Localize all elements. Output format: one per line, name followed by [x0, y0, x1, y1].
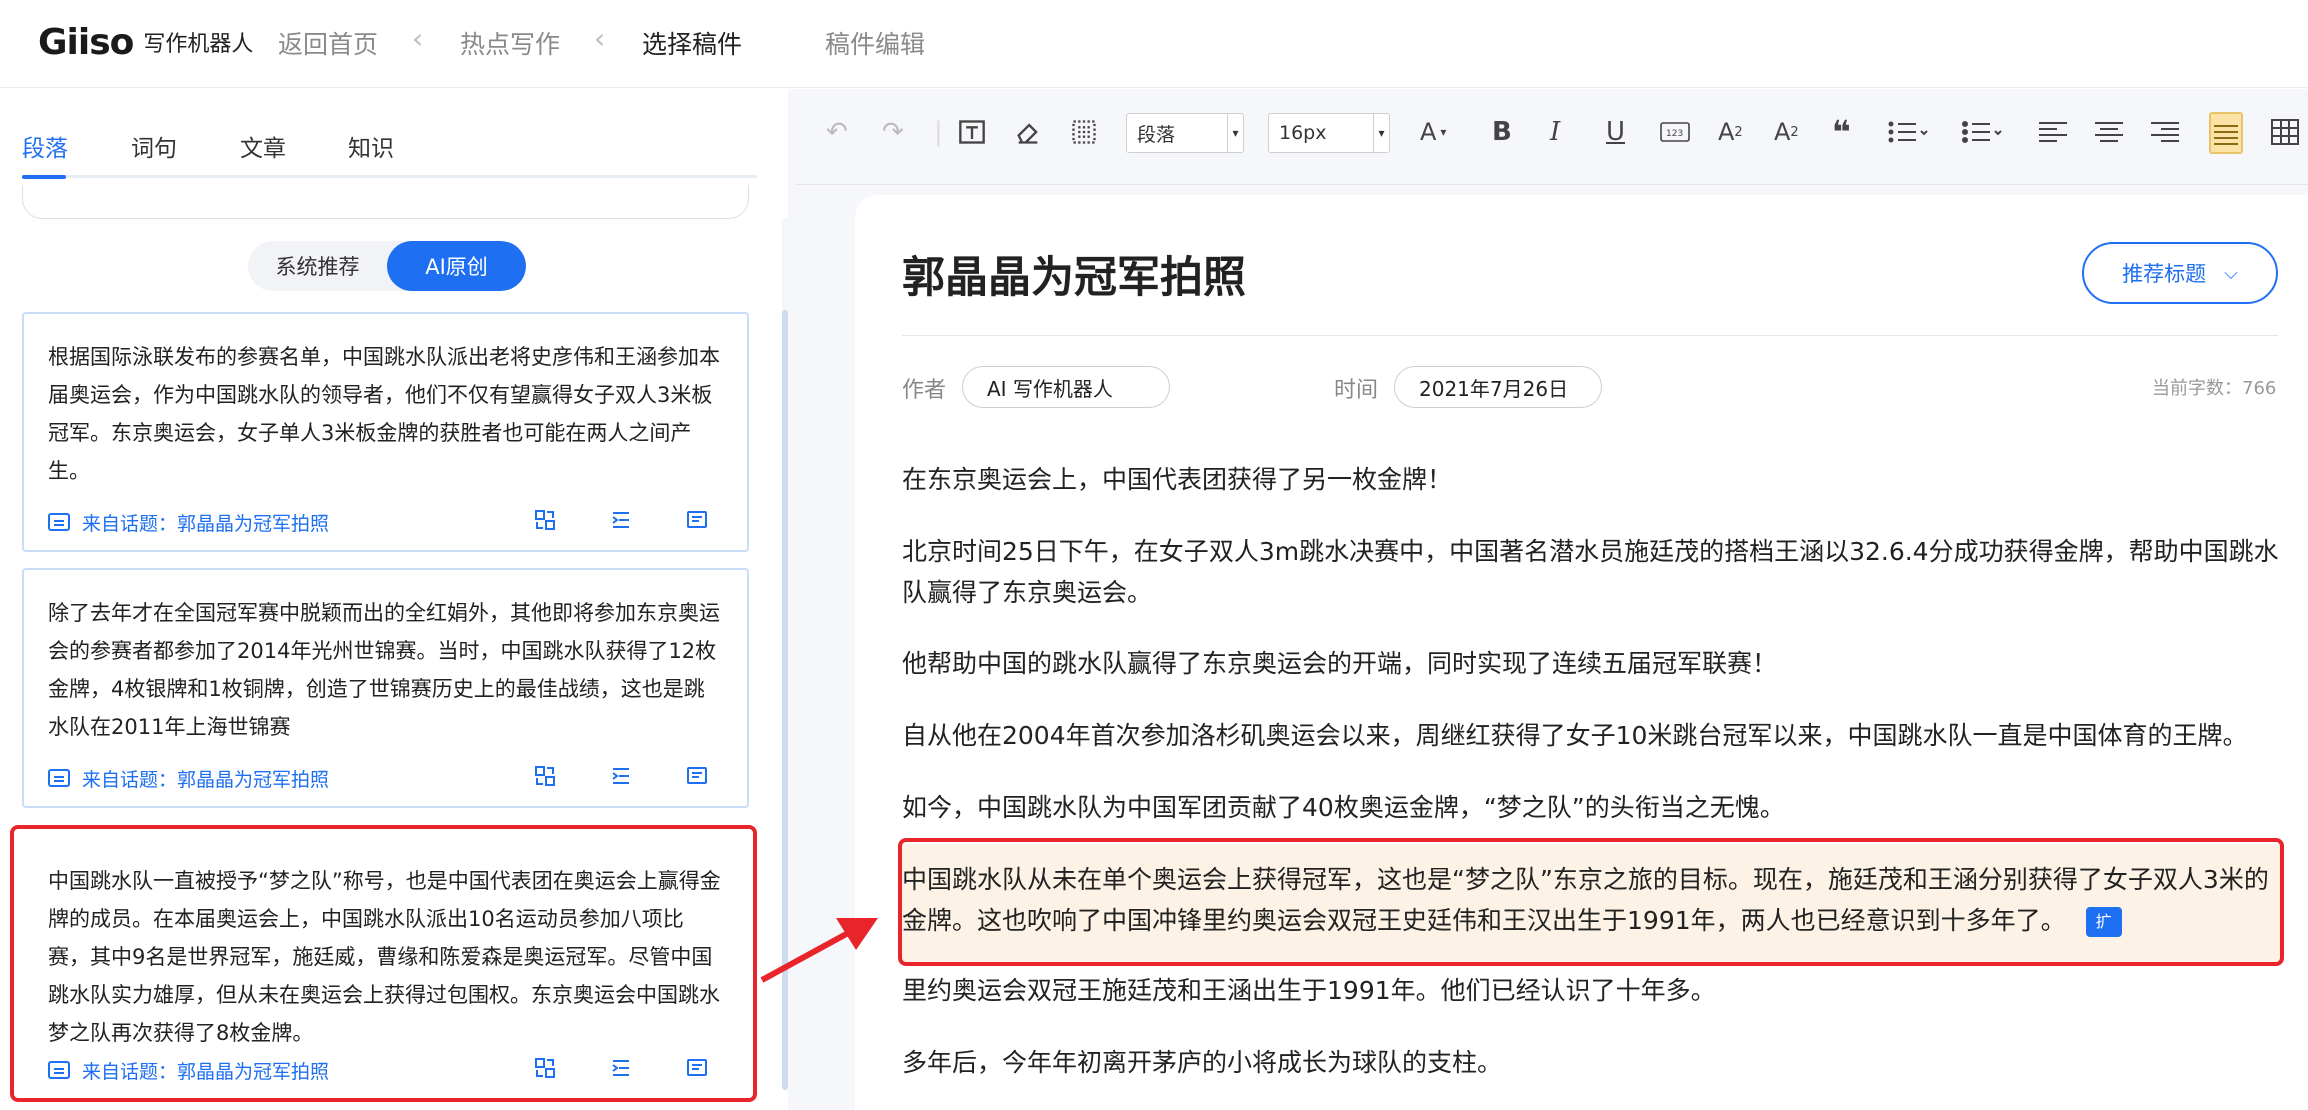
caret-down-icon: ▾ [1373, 114, 1389, 152]
doc-paragraph[interactable]: 多年后，今年年初离开茅庐的小将成长为球队的支柱。 [902, 1042, 2282, 1083]
svg-text:123: 123 [1666, 129, 1683, 139]
italic-icon[interactable]: I [1550, 115, 1560, 149]
doc-paragraph[interactable]: 北京时间25日下午，在女子双人3m跳水决赛中，中国著名潜水员施廷茂的搭档王涵以3… [902, 531, 2282, 613]
align-right-icon[interactable] [2150, 115, 2180, 149]
unordered-list-icon[interactable] [1962, 115, 2002, 149]
author-label: 作者 [902, 378, 947, 403]
card-footer: 来自话题：郭晶晶为冠军拍照 [48, 764, 725, 792]
tab-article[interactable]: 文章 [240, 129, 286, 163]
recommend-title-label: 推荐标题 [2122, 262, 2207, 286]
doc-paragraph[interactable]: 如今，中国跳水队为中国军团贡献了40枚奥运金牌，“梦之队”的头衔当之无愧。 [902, 787, 2282, 828]
bold-icon[interactable]: B [1492, 115, 1512, 149]
source-toggle: 系统推荐 AI原创 [248, 241, 526, 291]
doc-paragraph[interactable]: 自从他在2004年首次参加洛杉矶奥运会以来，周继红获得了女子10米跳台冠军以来，… [902, 715, 2282, 756]
eraser-icon[interactable] [1014, 115, 1042, 149]
insert-icon[interactable] [609, 764, 633, 788]
insert-icon[interactable] [609, 508, 633, 532]
tabs-underline [22, 175, 757, 178]
paragraph-format-select[interactable]: 段落 ▾ [1126, 113, 1244, 153]
ordered-list-icon[interactable] [1888, 115, 1928, 149]
toggle-system-recommend[interactable]: 系统推荐 [248, 241, 387, 291]
font-color-icon[interactable]: A ▾ [1420, 115, 1446, 149]
card-source-link[interactable]: 来自话题：郭晶晶为冠军拍照 [82, 509, 329, 536]
active-tab-indicator [22, 175, 66, 179]
nav-hot-writing-link[interactable]: 热点写作 [460, 25, 560, 61]
recommend-title-button[interactable]: 推荐标题 ⌵ [2082, 242, 2278, 304]
chevron-left-icon: ‹ [412, 22, 424, 55]
time-field[interactable]: 2021年7月26日 [1394, 366, 1602, 408]
font-size-select[interactable]: 16px ▾ [1268, 113, 1390, 153]
logo-subtitle: 写作机器人 [143, 32, 254, 57]
app-logo[interactable]: Giiso 写作机器人 [38, 20, 253, 64]
search-box[interactable] [22, 185, 749, 219]
replace-icon[interactable] [533, 764, 557, 788]
inserted-highlight-box [898, 838, 2284, 966]
char-count-icon[interactable]: 123 [1660, 115, 1690, 149]
copy-text-icon[interactable] [685, 508, 709, 532]
title-divider [902, 335, 2278, 336]
paragraph-card[interactable]: 除了去年才在全国冠军赛中脱颖而出的全红娟外，其他即将参加东京奥运会的参赛者都参加… [22, 568, 749, 808]
time-value: 2021年7月26日 [1419, 376, 1569, 401]
subscript-icon[interactable]: A2 [1774, 115, 1799, 149]
underline-icon[interactable]: U [1606, 115, 1625, 149]
nav-home-link[interactable]: 返回首页 [278, 25, 378, 61]
message-icon [48, 769, 70, 787]
card-footer: 来自话题：郭晶晶为冠军拍照 [48, 508, 725, 536]
chevron-left-icon: ‹ [594, 22, 606, 55]
word-count: 当前字数：766 [2152, 378, 2277, 399]
selection-highlight-box [10, 825, 757, 1102]
select-all-icon[interactable] [1070, 115, 1098, 149]
card-text: 根据国际泳联发布的参赛名单，中国跳水队派出老将史彦伟和王涵参加本届奥运会，作为中… [48, 345, 720, 483]
time-label: 时间 [1334, 378, 1379, 403]
tab-knowledge[interactable]: 知识 [348, 129, 394, 163]
paragraph-format-value: 段落 [1137, 123, 1176, 146]
tab-paragraph[interactable]: 段落 [22, 129, 68, 163]
caret-down-icon: ▾ [1227, 114, 1243, 152]
nav-edit-draft[interactable]: 稿件编辑 [825, 25, 925, 61]
toggle-ai-original[interactable]: AI原创 [387, 241, 526, 291]
align-left-icon[interactable] [2038, 115, 2068, 149]
toolbar-divider: | [934, 117, 943, 147]
superscript-icon[interactable]: A2 [1718, 115, 1743, 149]
font-size-value: 16px [1279, 122, 1327, 144]
message-icon [48, 513, 70, 531]
author-field[interactable]: AI 写作机器人 [962, 366, 1170, 408]
doc-paragraph[interactable]: 在东京奥运会上，中国代表团获得了另一枚金牌！ [902, 459, 2282, 500]
top-nav-bar: Giiso 写作机器人 返回首页 ‹ 热点写作 ‹ 选择稿件 稿件编辑 [0, 0, 2308, 88]
nav-select-draft[interactable]: 选择稿件 [642, 25, 742, 61]
quote-icon[interactable]: ❝ [1832, 113, 1851, 151]
doc-paragraph[interactable]: 里约奥运会双冠王施廷茂和王涵出生于1991年。他们已经认识了十年多。 [902, 970, 2282, 1011]
logo-mark: Giiso [38, 21, 134, 63]
material-tabs: 段落 词句 文章 知识 [22, 129, 757, 179]
text-box-icon[interactable] [958, 115, 986, 149]
document-title[interactable]: 郭晶晶为冠军拍照 [902, 243, 1246, 305]
align-center-icon[interactable] [2094, 115, 2124, 149]
chevron-down-icon: ⌵ [2224, 262, 2238, 284]
redo-icon[interactable]: ↷ [882, 115, 904, 149]
paragraph-card[interactable]: 根据国际泳联发布的参赛名单，中国跳水队派出老将史彦伟和王涵参加本届奥运会，作为中… [22, 312, 749, 552]
card-source-link[interactable]: 来自话题：郭晶晶为冠军拍照 [82, 765, 329, 792]
undo-icon[interactable]: ↶ [826, 115, 848, 149]
author-value: AI 写作机器人 [987, 376, 1113, 401]
tab-sentence[interactable]: 词句 [131, 129, 177, 163]
table-icon[interactable] [2270, 115, 2300, 149]
align-justify-button[interactable] [2209, 112, 2243, 154]
copy-text-icon[interactable] [685, 764, 709, 788]
card-text: 除了去年才在全国冠军赛中脱颖而出的全红娟外，其他即将参加东京奥运会的参赛者都参加… [48, 601, 720, 739]
replace-icon[interactable] [533, 508, 557, 532]
doc-paragraph[interactable]: 他帮助中国的跳水队赢得了东京奥运会的开端，同时实现了连续五届冠军联赛！ [902, 643, 2282, 684]
